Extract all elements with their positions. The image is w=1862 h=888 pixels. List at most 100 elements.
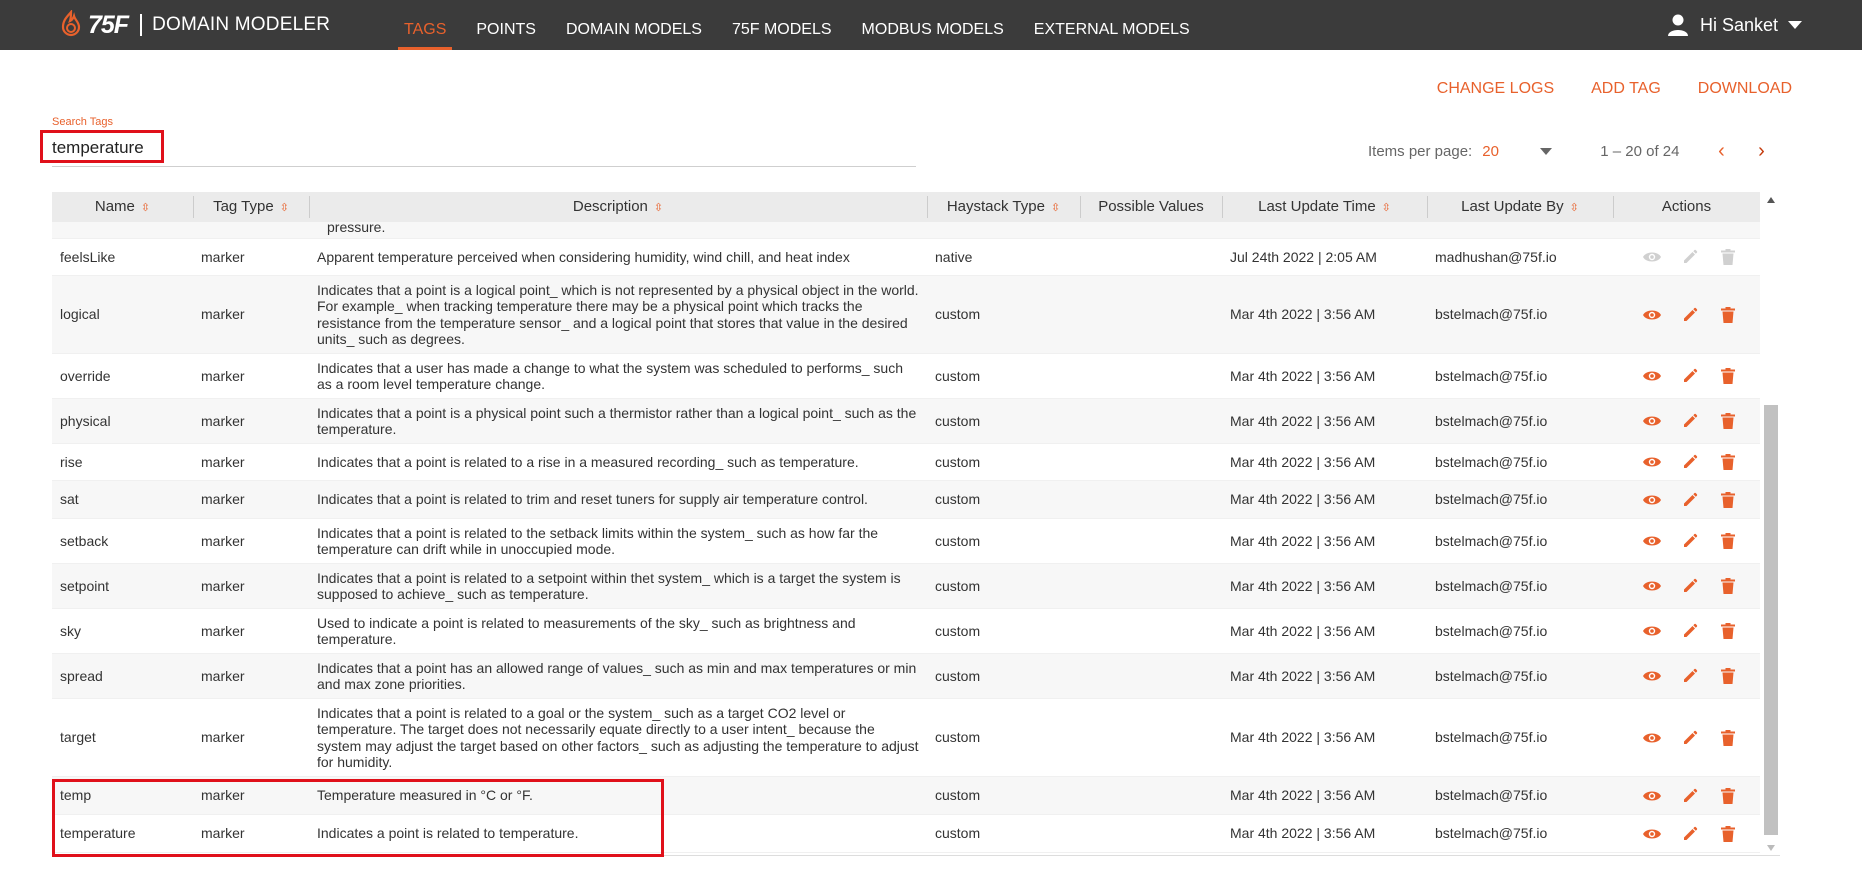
table-row[interactable]: temp marker Temperature measured in °C or … [52, 777, 1760, 815]
table-row[interactable]: override marker Indicates that a user has … [52, 354, 1760, 399]
column-header-name[interactable]: Name ⇳ [52, 192, 193, 222]
download-link[interactable]: DOWNLOAD [1698, 80, 1792, 98]
view-icon[interactable] [1633, 620, 1671, 642]
scrollbar-thumb[interactable] [1764, 405, 1778, 835]
table-row[interactable]: feelsLike marker Apparent temperature perc… [52, 239, 1760, 276]
prev-page-icon[interactable]: ‹ [1701, 140, 1741, 163]
search-underline [52, 166, 916, 167]
description-cell: Indicates that a point is a physical poi… [317, 404, 917, 438]
nav-tab-75f-models[interactable]: 75F MODELS [732, 0, 832, 50]
edit-icon[interactable] [1671, 489, 1709, 511]
change-logs-link[interactable]: CHANGE LOGS [1437, 80, 1554, 98]
tag-type-cell: marker [201, 787, 245, 804]
view-icon[interactable] [1633, 365, 1671, 387]
table-row[interactable]: target marker Indicates that a point is re… [52, 699, 1760, 777]
view-icon[interactable] [1633, 530, 1671, 552]
edit-icon[interactable] [1671, 304, 1709, 326]
sort-icon[interactable]: ⇳ [1051, 202, 1060, 214]
description-cell: Indicates that a point is related to a r… [317, 453, 859, 470]
delete-icon[interactable] [1709, 620, 1747, 642]
edit-icon[interactable] [1671, 665, 1709, 687]
table-row[interactable]: sky marker Used to indicate a point is rel… [52, 609, 1760, 654]
edit-icon[interactable] [1671, 727, 1709, 749]
user-menu[interactable]: Hi Sanket [1667, 0, 1802, 50]
view-icon[interactable] [1633, 246, 1671, 268]
sort-icon[interactable]: ⇳ [141, 202, 150, 214]
view-icon[interactable] [1633, 823, 1671, 845]
delete-icon[interactable] [1709, 451, 1747, 473]
delete-icon[interactable] [1709, 304, 1747, 326]
delete-icon[interactable] [1709, 575, 1747, 597]
column-header-label: Last Update Time [1258, 198, 1376, 215]
view-icon[interactable] [1633, 451, 1671, 473]
nav-tab-tags[interactable]: TAGS [397, 0, 453, 50]
view-icon[interactable] [1633, 727, 1671, 749]
sort-icon[interactable]: ⇳ [1382, 202, 1391, 214]
edit-icon[interactable] [1671, 410, 1709, 432]
delete-icon[interactable] [1709, 246, 1747, 268]
actions-cell [1613, 823, 1760, 845]
edit-icon[interactable] [1671, 451, 1709, 473]
haystack-type-cell: custom [935, 412, 981, 429]
view-icon[interactable] [1633, 489, 1671, 511]
nav-tab-domain-models[interactable]: DOMAIN MODELS [566, 0, 702, 50]
table-row[interactable]: physical marker Indicates that a point is … [52, 399, 1760, 444]
edit-icon[interactable] [1671, 530, 1709, 552]
last-update-time-cell: Mar 4th 2022 | 3:56 AM [1230, 306, 1376, 323]
delete-icon[interactable] [1709, 365, 1747, 387]
edit-icon[interactable] [1671, 575, 1709, 597]
delete-icon[interactable] [1709, 665, 1747, 687]
table-row[interactable]: spread marker Indicates that a point has a… [52, 654, 1760, 699]
delete-icon[interactable] [1709, 823, 1747, 845]
view-icon[interactable] [1633, 785, 1671, 807]
table-row[interactable]: rise marker Indicates that a point is rela… [52, 444, 1760, 481]
table-row[interactable]: setpoint marker Indicates that a point is … [52, 564, 1760, 609]
edit-icon[interactable] [1671, 823, 1709, 845]
column-header-tag-type[interactable]: Tag Type ⇳ [193, 192, 309, 222]
next-page-icon[interactable]: › [1741, 140, 1781, 163]
name-cell: temp [60, 787, 92, 804]
edit-icon[interactable] [1671, 246, 1709, 268]
user-greeting: Hi Sanket [1699, 14, 1778, 35]
sort-icon[interactable]: ⇳ [654, 202, 663, 214]
sort-icon[interactable]: ⇳ [280, 202, 289, 214]
scroll-down-icon[interactable] [1767, 845, 1775, 851]
table-row[interactable]: setback marker Indicates that a point is r… [52, 519, 1760, 564]
column-header-label: Description [572, 198, 648, 215]
brand-name: 75F [88, 10, 129, 39]
view-icon[interactable] [1633, 665, 1671, 687]
haystack-type-cell: native [935, 248, 973, 265]
nav-tab-external-models[interactable]: EXTERNAL MODELS [1034, 0, 1190, 50]
column-header-actions: Actions [1613, 192, 1760, 222]
view-icon[interactable] [1633, 304, 1671, 326]
column-header-last-update-time[interactable]: Last Update Time ⇳ [1222, 192, 1427, 222]
table-row[interactable]: logical marker Indicates that a point is a… [52, 276, 1760, 354]
scroll-up-icon[interactable] [1767, 197, 1775, 203]
nav-tab-points[interactable]: POINTS [476, 0, 536, 50]
delete-icon[interactable] [1709, 489, 1747, 511]
chevron-down-icon[interactable] [1540, 147, 1553, 155]
app-logo[interactable]: 75F DOMAIN MODELER [58, 10, 330, 40]
table-scrollbar[interactable] [1762, 192, 1780, 855]
edit-icon[interactable] [1671, 365, 1709, 387]
table-row-partial: pressure. [52, 222, 1760, 239]
table-row[interactable]: sat marker Indicates that a point is relat… [52, 481, 1760, 519]
sort-icon[interactable]: ⇳ [1570, 202, 1579, 214]
items-per-page-select[interactable]: 20 [1482, 143, 1540, 160]
delete-icon[interactable] [1709, 410, 1747, 432]
delete-icon[interactable] [1709, 727, 1747, 749]
last-update-by-cell: madhushan@75f.io [1435, 248, 1557, 265]
nav-tab-modbus-models[interactable]: MODBUS MODELS [862, 0, 1004, 50]
column-header-haystack-type[interactable]: Haystack Type ⇳ [927, 192, 1080, 222]
table-row[interactable]: temperature marker Indicates a point is re… [52, 815, 1760, 853]
delete-icon[interactable] [1709, 785, 1747, 807]
column-header-description[interactable]: Description ⇳ [309, 192, 927, 222]
view-icon[interactable] [1633, 410, 1671, 432]
actions-cell [1613, 489, 1760, 511]
edit-icon[interactable] [1671, 620, 1709, 642]
add-tag-link[interactable]: ADD TAG [1591, 80, 1661, 98]
view-icon[interactable] [1633, 575, 1671, 597]
edit-icon[interactable] [1671, 785, 1709, 807]
delete-icon[interactable] [1709, 530, 1747, 552]
column-header-last-update-by[interactable]: Last Update By ⇳ [1427, 192, 1613, 222]
